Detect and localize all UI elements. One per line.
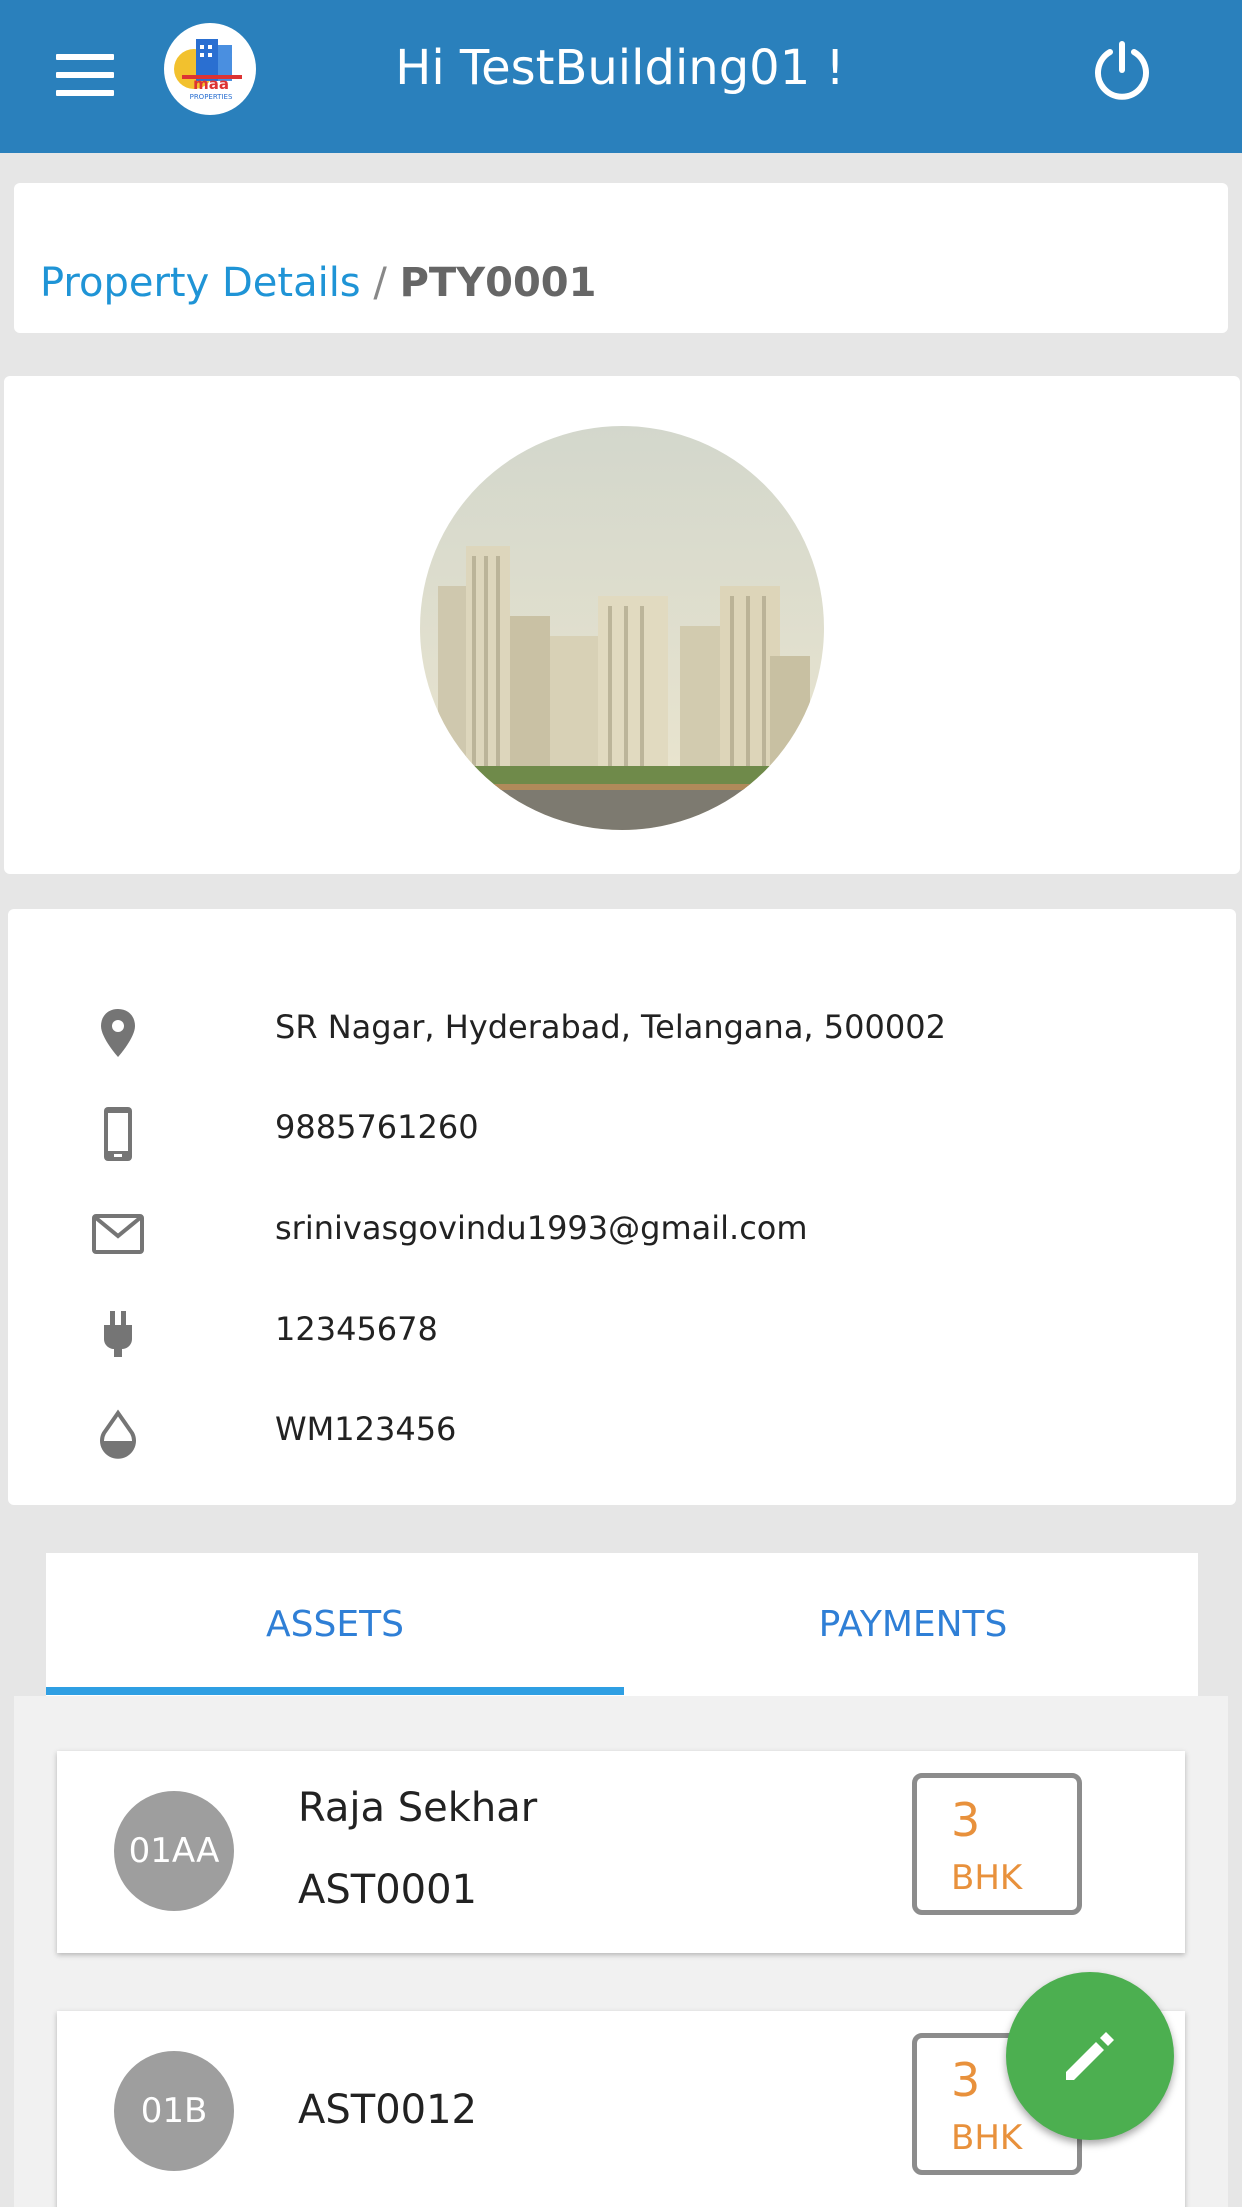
property-photo-card bbox=[4, 376, 1240, 874]
bhk-number: 3 bbox=[951, 2053, 981, 2107]
asset-code: AST0012 bbox=[298, 2087, 477, 2133]
mail-icon bbox=[88, 1204, 148, 1264]
tab-bar: ASSETS PAYMENTS bbox=[46, 1553, 1198, 1696]
location-pin-icon bbox=[88, 1003, 148, 1063]
power-plug-icon bbox=[88, 1305, 148, 1365]
asset-owner-name: Raja Sekhar bbox=[298, 1785, 538, 1831]
app-bar: maa PROPERTIES Hi TestBuilding01 ! bbox=[0, 0, 1242, 153]
breadcrumb-card: Property Details / PTY0001 bbox=[14, 183, 1228, 333]
address-row: SR Nagar, Hyderabad, Telangana, 500002 bbox=[8, 995, 1236, 1075]
power-icon[interactable] bbox=[1090, 38, 1154, 102]
phone-text[interactable]: 9885761260 bbox=[275, 1107, 479, 1147]
breadcrumb-separator: / bbox=[373, 260, 387, 306]
bhk-label: BHK bbox=[951, 2118, 1023, 2158]
breadcrumb-property-details-link[interactable]: Property Details bbox=[40, 260, 361, 306]
tab-assets[interactable]: ASSETS bbox=[46, 1553, 624, 1696]
app-logo: maa PROPERTIES bbox=[164, 23, 256, 115]
active-tab-indicator bbox=[46, 1687, 624, 1695]
bhk-badge: 3 BHK bbox=[912, 1773, 1082, 1915]
hamburger-menu-icon[interactable] bbox=[56, 52, 114, 98]
electricity-meter-text: 12345678 bbox=[275, 1310, 438, 1348]
svg-text:PROPERTIES: PROPERTIES bbox=[190, 93, 233, 101]
electricity-meter-row: 12345678 bbox=[8, 1297, 1236, 1377]
page-title: Hi TestBuilding01 ! bbox=[395, 40, 845, 96]
pencil-edit-icon bbox=[1066, 2032, 1114, 2080]
breadcrumb: Property Details / PTY0001 bbox=[40, 255, 596, 311]
email-text[interactable]: srinivasgovindu1993@gmail.com bbox=[275, 1208, 808, 1248]
address-text: SR Nagar, Hyderabad, Telangana, 500002 bbox=[275, 1008, 946, 1046]
email-row: srinivasgovindu1993@gmail.com bbox=[8, 1196, 1236, 1276]
water-meter-text: WM123456 bbox=[275, 1410, 457, 1448]
breadcrumb-current: PTY0001 bbox=[399, 260, 597, 306]
tab-payments[interactable]: PAYMENTS bbox=[624, 1553, 1202, 1696]
asset-list: 01AA Raja Sekhar AST0001 3 BHK 01B AST00… bbox=[14, 1696, 1228, 2207]
bhk-label: BHK bbox=[951, 1858, 1023, 1898]
mobile-phone-icon bbox=[88, 1103, 148, 1163]
property-info-card: SR Nagar, Hyderabad, Telangana, 500002 9… bbox=[8, 909, 1236, 1505]
property-photo bbox=[420, 426, 824, 830]
asset-avatar: 01B bbox=[114, 2051, 234, 2171]
edit-fab-button[interactable] bbox=[1006, 1972, 1174, 2140]
asset-avatar: 01AA bbox=[114, 1791, 234, 1911]
water-drop-icon bbox=[88, 1405, 148, 1465]
water-meter-row: WM123456 bbox=[8, 1397, 1236, 1477]
svg-text:maa: maa bbox=[193, 75, 229, 93]
bhk-number: 3 bbox=[951, 1793, 981, 1847]
asset-card[interactable]: 01AA Raja Sekhar AST0001 3 BHK bbox=[57, 1751, 1185, 1953]
asset-code: AST0001 bbox=[298, 1867, 477, 1913]
phone-row: 9885761260 bbox=[8, 1095, 1236, 1175]
